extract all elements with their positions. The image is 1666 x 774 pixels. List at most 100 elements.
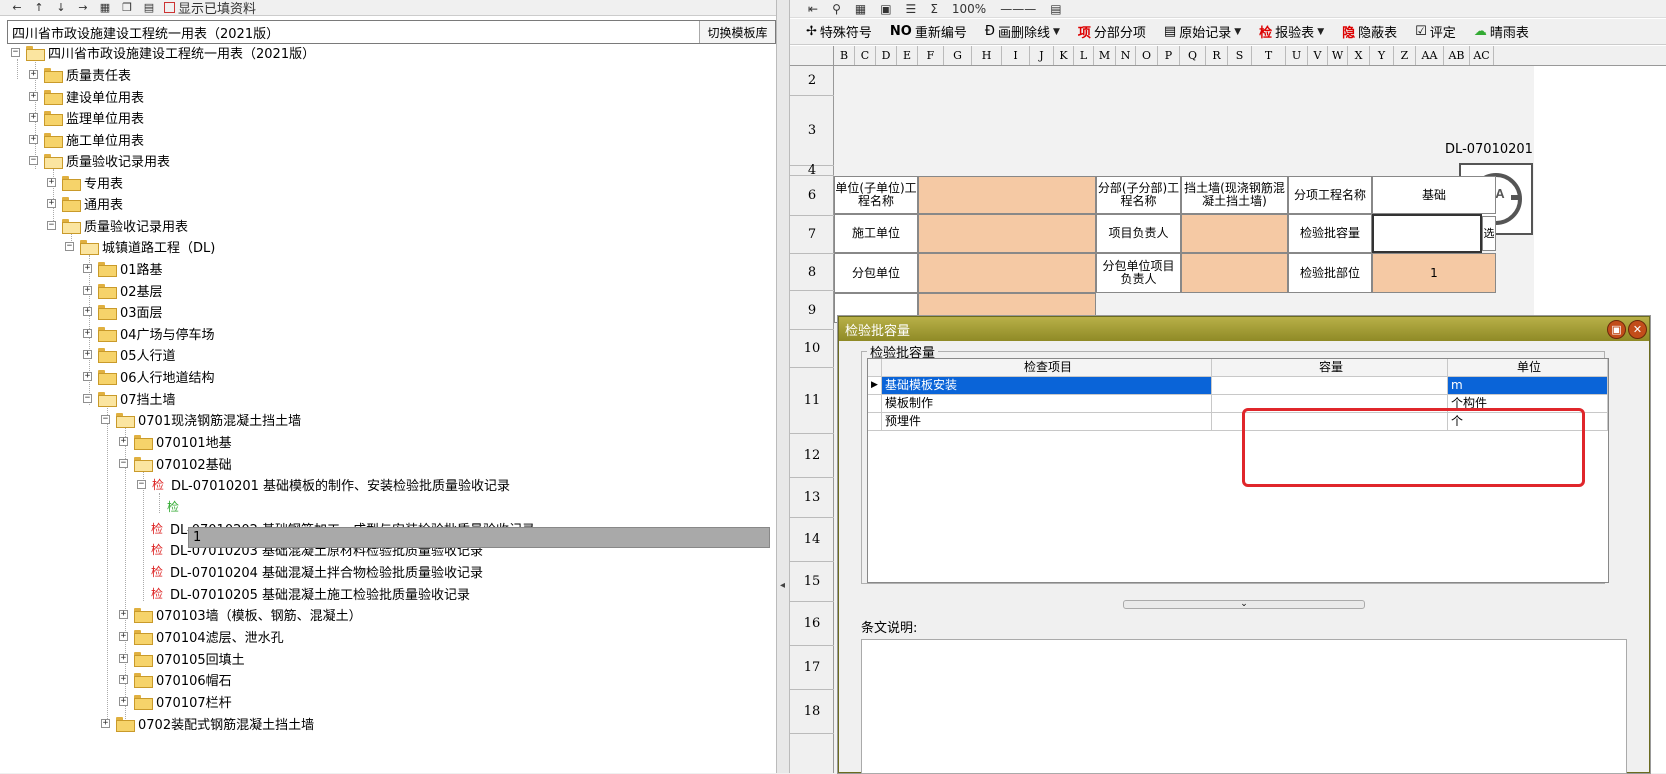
column-header[interactable]: Y (1370, 46, 1394, 65)
sub-item-button[interactable]: 项 分部分项 (1078, 22, 1146, 41)
collapse-icon[interactable]: − (83, 394, 92, 403)
column-header[interactable]: C (855, 46, 876, 65)
subcontractor-field[interactable] (918, 253, 1096, 293)
capacity-grid[interactable]: 检查项目 容量 单位 ▶ 基础模板安装 m 模板制作 个构件 预埋件 个 (867, 358, 1609, 583)
dialog-splitter[interactable]: ⌄ (1123, 600, 1365, 609)
minimize-icon[interactable]: ▣ (1607, 320, 1626, 339)
select-capacity-button[interactable]: 选 (1482, 216, 1496, 251)
down-icon[interactable]: ↓ (54, 1, 68, 14)
batch-capacity-field[interactable] (1372, 214, 1482, 253)
row-header[interactable]: 18 (790, 690, 834, 734)
panel-splitter[interactable]: ◂ (776, 0, 790, 773)
expand-icon[interactable]: + (83, 307, 92, 316)
tree-node-general-forms[interactable]: + 通用表 (47, 192, 123, 215)
indent-icon[interactable]: ☰ (906, 2, 917, 16)
collapse-icon[interactable]: − (101, 415, 110, 424)
save-icon[interactable]: ▣ (880, 2, 891, 16)
column-header[interactable]: I (1002, 46, 1030, 65)
column-header[interactable]: U (1286, 46, 1308, 65)
capacity-cell[interactable] (1212, 377, 1448, 395)
tree-node-precast-wall[interactable]: + 0702装配式钢筋混凝土挡土墙 (101, 712, 314, 735)
tree-node-base[interactable]: + 02基层 (83, 279, 163, 302)
sub-item-value[interactable]: 基础 (1372, 176, 1496, 214)
chevron-down-icon[interactable]: ▼ (1317, 27, 1324, 37)
row-header[interactable]: 12 (790, 434, 834, 478)
row-header[interactable]: 2 (790, 66, 834, 96)
paste-icon[interactable]: ▤ (142, 1, 156, 14)
column-header[interactable]: F (918, 46, 944, 65)
column-header[interactable]: M (1094, 46, 1116, 65)
tree-node-record-child[interactable]: 检 (167, 495, 186, 518)
expand-icon[interactable]: + (29, 92, 38, 101)
renumber-button[interactable]: NO 重新编号 (890, 22, 967, 41)
pm-field[interactable] (1181, 214, 1288, 253)
tree-node-quality-acceptance[interactable]: − 质量验收记录用表 (29, 149, 170, 172)
row-header[interactable]: 6 (790, 176, 834, 216)
note-content[interactable] (861, 639, 1627, 774)
tree-node-owner-forms[interactable]: + 建设单位用表 (29, 85, 144, 108)
collapse-icon[interactable]: − (119, 459, 128, 468)
expand-icon[interactable]: + (29, 113, 38, 122)
expand-icon[interactable]: + (83, 286, 92, 295)
back-icon[interactable]: ← (10, 1, 24, 14)
column-header[interactable]: R (1206, 46, 1228, 65)
column-header[interactable]: Q (1180, 46, 1206, 65)
unit-cell[interactable]: m (1448, 377, 1608, 395)
rating-button[interactable]: ☑ 评定 (1415, 22, 1456, 41)
zoom-select[interactable]: 100% (952, 2, 986, 16)
tree-node-special-forms[interactable]: + 专用表 (47, 171, 123, 194)
expand-icon[interactable]: + (83, 329, 92, 338)
column-header[interactable]: X (1348, 46, 1370, 65)
column-header[interactable]: AB (1444, 46, 1470, 65)
header-item[interactable]: 检查项目 (882, 359, 1212, 377)
batch-part-field[interactable]: 1 (1372, 253, 1496, 293)
show-filled-toggle[interactable]: 显示已填资料 (164, 0, 256, 17)
tree-node-contractor-forms[interactable]: + 施工单位用表 (29, 128, 144, 151)
row-header[interactable]: 11 (790, 368, 834, 434)
special-symbol-button[interactable]: ✢ 特殊符号 (806, 22, 872, 41)
table-icon[interactable]: ▦ (98, 1, 112, 14)
row-header[interactable]: 7 (790, 216, 834, 254)
tree-node-supervisor-forms[interactable]: + 监理单位用表 (29, 106, 144, 129)
expand-icon[interactable]: + (83, 350, 92, 359)
sum-icon[interactable]: Σ (930, 2, 938, 16)
expand-icon[interactable]: + (119, 675, 128, 684)
collapse-icon[interactable]: − (29, 156, 38, 165)
tree-node-record-07010205[interactable]: 检 DL-07010205 基础混凝土施工检验批质量验收记录 (151, 582, 470, 605)
tree-node-railing[interactable]: + 070107栏杆 (119, 690, 232, 713)
switch-library-button[interactable]: 切换模板库 (699, 21, 775, 43)
expand-icon[interactable]: + (119, 437, 128, 446)
tree-node-root[interactable]: − 四川省市政设施建设工程统一用表（2021版） (11, 45, 315, 64)
weather-log-button[interactable]: ☁ 晴雨表 (1474, 22, 1529, 41)
line-style-select[interactable]: ——— (1000, 2, 1036, 16)
chevron-down-icon[interactable]: ⌄ (1240, 599, 1248, 609)
collapse-icon[interactable]: − (65, 242, 74, 251)
expand-icon[interactable]: + (83, 264, 92, 273)
column-header[interactable]: V (1308, 46, 1328, 65)
collapse-icon[interactable]: − (11, 48, 20, 57)
column-header[interactable]: L (1074, 46, 1094, 65)
chevron-down-icon[interactable]: ▼ (1234, 27, 1241, 37)
tree-node-backfill[interactable]: + 070105回填土 (119, 647, 245, 670)
column-header[interactable]: H (972, 46, 1002, 65)
expand-icon[interactable]: + (119, 632, 128, 641)
tree-node-subgrade[interactable]: + 01路基 (83, 257, 163, 280)
tree-node-underpass[interactable]: + 06人行地道结构 (83, 365, 215, 388)
row-header[interactable]: 16 (790, 602, 834, 646)
rename-input[interactable]: 1 (188, 527, 770, 548)
column-header[interactable]: O (1136, 46, 1158, 65)
tree-node-record-07010201[interactable]: − 检 DL-07010201 基础模板的制作、安装检验批质量验收记录 (137, 473, 510, 496)
row-header[interactable]: 9 (790, 291, 834, 330)
original-record-button[interactable]: ▤ 原始记录 ▼ (1164, 22, 1241, 41)
expand-icon[interactable]: + (119, 610, 128, 619)
tree-node-quality-acceptance-forms[interactable]: − 质量验收记录用表 (47, 214, 188, 237)
item-cell[interactable]: 预埋件 (882, 413, 1212, 431)
expand-icon[interactable]: + (47, 178, 56, 187)
row-header[interactable]: 13 (790, 478, 834, 518)
align-icon[interactable]: ⇤ (808, 2, 818, 16)
hidden-form-button[interactable]: 隐 隐蔽表 (1342, 22, 1397, 41)
column-header[interactable]: W (1328, 46, 1348, 65)
expand-icon[interactable]: + (83, 372, 92, 381)
table-row[interactable]: ▶ 基础模板安装 m (868, 377, 1608, 395)
column-header[interactable]: Z (1394, 46, 1416, 65)
